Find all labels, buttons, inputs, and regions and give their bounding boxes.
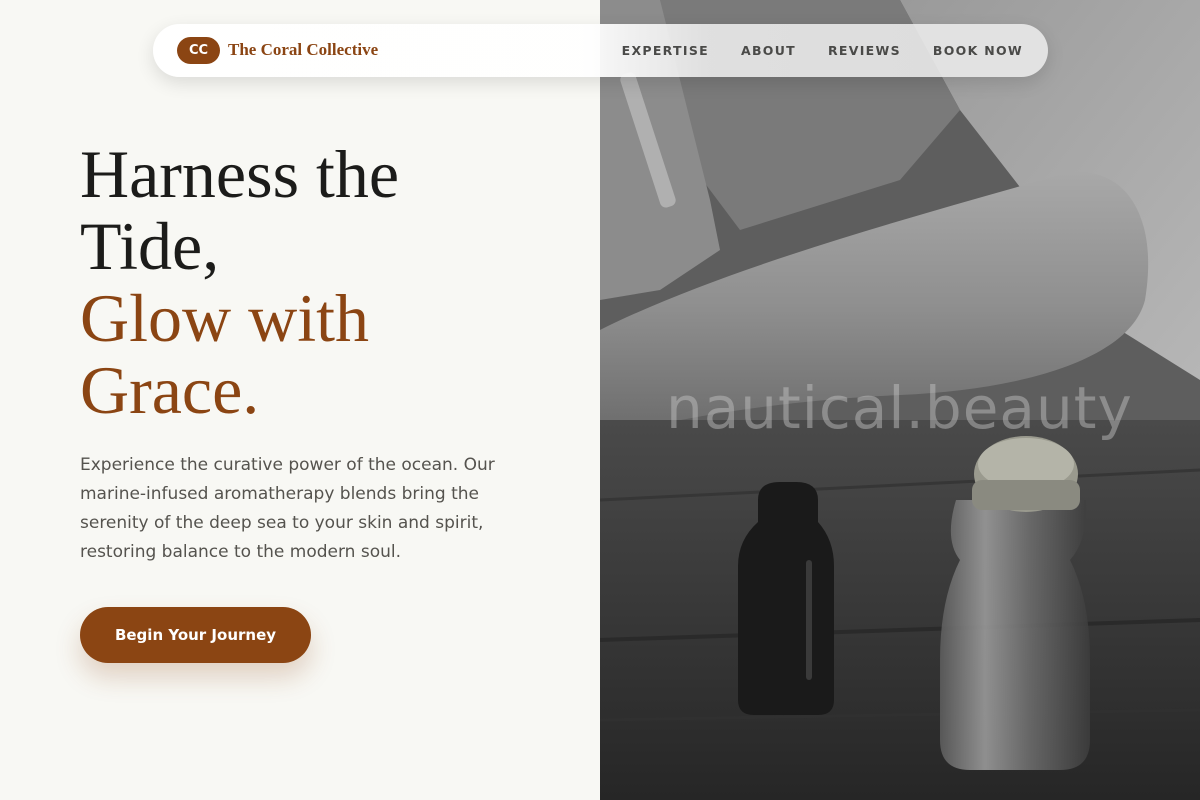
hero-content: Harness the Tide, Glow with Grace. Exper… — [0, 0, 600, 800]
brand-name[interactable]: The Coral Collective — [228, 40, 378, 60]
nav-link-book-now[interactable]: BOOK NOW — [933, 43, 1023, 58]
hero-title-accent-line-1: Glow with — [80, 280, 369, 356]
hero-title-line-1: Harness the — [80, 136, 400, 212]
watermark: nautical.beauty — [666, 374, 1133, 442]
nav-link-about[interactable]: ABOUT — [741, 43, 796, 58]
begin-journey-button[interactable]: Begin Your Journey — [80, 607, 311, 663]
hero-title-line-2: Tide, — [80, 208, 220, 284]
hero-title: Harness the Tide, Glow with Grace. — [80, 138, 550, 426]
hero-title-accent-line-2: Grace. — [80, 352, 260, 428]
navbar: CC The Coral Collective EXPERTISE ABOUT … — [153, 24, 1048, 77]
nav-link-reviews[interactable]: REVIEWS — [828, 43, 901, 58]
logo-badge[interactable]: CC — [177, 37, 220, 64]
nav-link-expertise[interactable]: EXPERTISE — [622, 43, 709, 58]
nav-links: EXPERTISE ABOUT REVIEWS BOOK NOW — [622, 24, 1023, 77]
hero-photo: nautical.beauty — [600, 0, 1200, 800]
hero-description: Experience the curative power of the oce… — [80, 455, 495, 562]
